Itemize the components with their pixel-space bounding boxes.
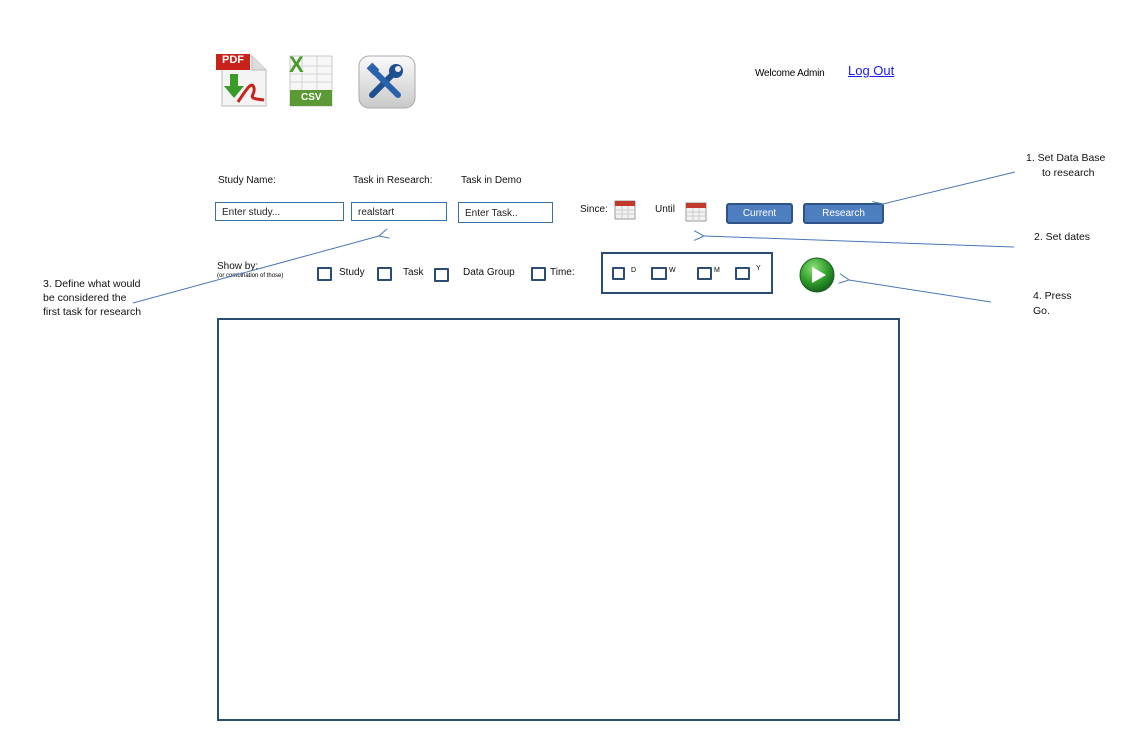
annotation-arrows [132, 171, 1016, 304]
arrow-note-1 [883, 171, 1016, 204]
arrow-note-4 [849, 280, 992, 303]
arrow-note-2 [704, 236, 1015, 248]
arrow-note-3 [132, 236, 379, 304]
